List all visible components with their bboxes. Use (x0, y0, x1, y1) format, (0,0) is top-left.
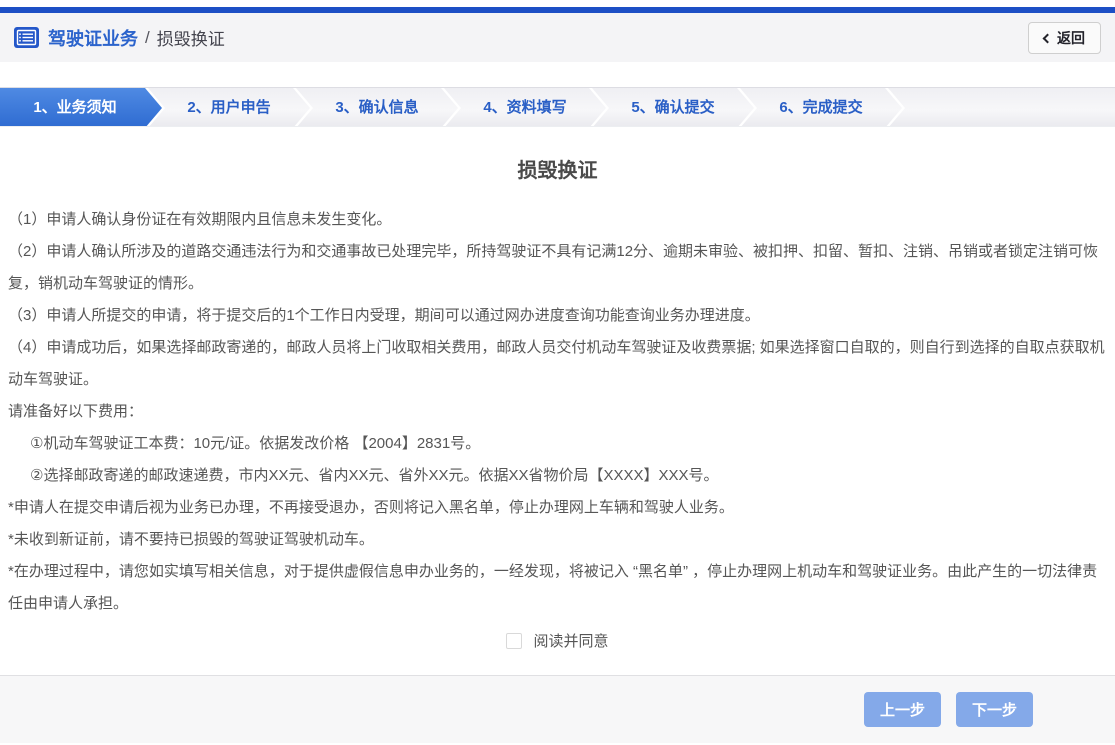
wizard-step-1-business-notice: 1、业务须知 (0, 88, 162, 127)
notice-paragraph-5: 请准备好以下费用： (8, 396, 1107, 428)
notice-paragraph-6: ①机动车驾驶证工本费：10元/证。依据发改价格 【2004】2831号。 (8, 428, 1107, 460)
wizard-step-filler (888, 88, 1115, 127)
chevron-left-icon (1043, 34, 1053, 44)
wizard-step-5-confirm-submit: 5、确认提交 (592, 88, 754, 127)
wizard-step-2-user-declaration: 2、用户申告 (148, 88, 310, 127)
breadcrumb-separator: / (145, 28, 150, 48)
notice-paragraph-9: *未收到新证前，请不要持已损毁的驾驶证驾驶机动车。 (8, 524, 1107, 556)
notice-paragraph-2: （2）申请人确认所涉及的道路交通违法行为和交通事故已处理完毕，所持驾驶证不具有记… (8, 236, 1107, 300)
agree-checkbox[interactable] (506, 633, 522, 649)
page-header: 驾驶证业务 / 损毁换证 返回 (0, 13, 1115, 62)
wizard-step-4-fill-materials: 4、资料填写 (444, 88, 606, 127)
wizard-step-6-complete-submit: 6、完成提交 (740, 88, 902, 127)
notice-paragraph-1: （1）申请人确认身份证在有效期限内且信息未发生变化。 (8, 204, 1107, 236)
wizard-step-3-confirm-info: 3、确认信息 (296, 88, 458, 127)
page-title: 损毁换证 (0, 154, 1115, 183)
notice-paragraph-7: ②选择邮政寄递的邮政速递费，市内XX元、省内XX元、省外XX元。依据XX省物价局… (8, 460, 1107, 492)
notice-paragraph-8: *申请人在提交申请后视为业务已办理，不再接受退办，否则将记入黑名单，停止办理网上… (8, 492, 1107, 524)
breadcrumb-page: 损毁换证 (157, 25, 225, 50)
notice-text-block: （1）申请人确认身份证在有效期限内且信息未发生变化。 （2）申请人确认所涉及的道… (0, 204, 1115, 620)
agree-label[interactable]: 阅读并同意 (533, 630, 608, 651)
back-button[interactable]: 返回 (1028, 22, 1101, 54)
previous-step-button[interactable]: 上一步 (864, 692, 941, 727)
next-step-button[interactable]: 下一步 (956, 692, 1033, 727)
list-icon (14, 27, 39, 48)
agree-row: 阅读并同意 (0, 630, 1115, 651)
notice-paragraph-4: （4）申请成功后，如果选择邮政寄递的，邮政人员将上门收取相关费用，邮政人员交付机… (8, 332, 1107, 396)
back-button-label: 返回 (1057, 28, 1085, 48)
notice-paragraph-10: *在办理过程中，请您如实填写相关信息，对于提供虚假信息申办业务的，一经发现，将被… (8, 556, 1107, 620)
top-margin (0, 0, 1115, 7)
footer-action-bar: 上一步 下一步 (0, 675, 1115, 743)
step-wizard: 1、业务须知 2、用户申告 3、确认信息 4、资料填写 5、确认提交 6、完成提… (0, 87, 1115, 127)
notice-paragraph-3: （3）申请人所提交的申请，将于提交后的1个工作日内受理，期间可以通过网办进度查询… (8, 300, 1107, 332)
breadcrumb-section: 驾驶证业务 (48, 25, 138, 51)
